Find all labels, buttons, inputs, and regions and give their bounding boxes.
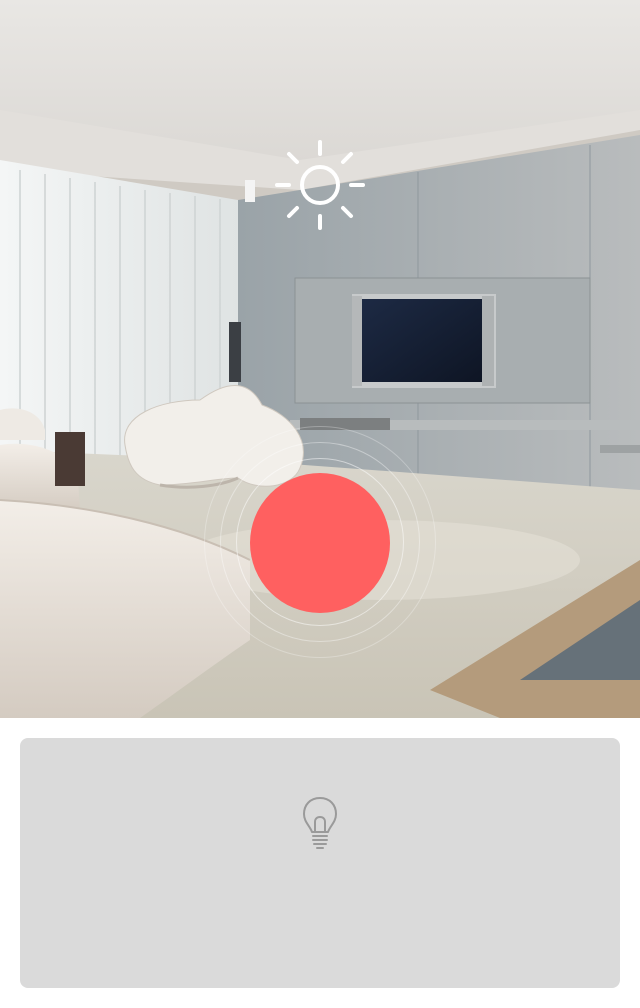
light-toggle-control[interactable] — [204, 426, 436, 658]
light-toggle-button[interactable] — [250, 473, 390, 613]
living-room-photo — [0, 0, 640, 718]
app-screen — [0, 0, 640, 1008]
lightbulb-icon — [303, 797, 337, 849]
sun-icon[interactable] — [275, 140, 365, 230]
light-detail-panel[interactable] — [20, 738, 620, 988]
